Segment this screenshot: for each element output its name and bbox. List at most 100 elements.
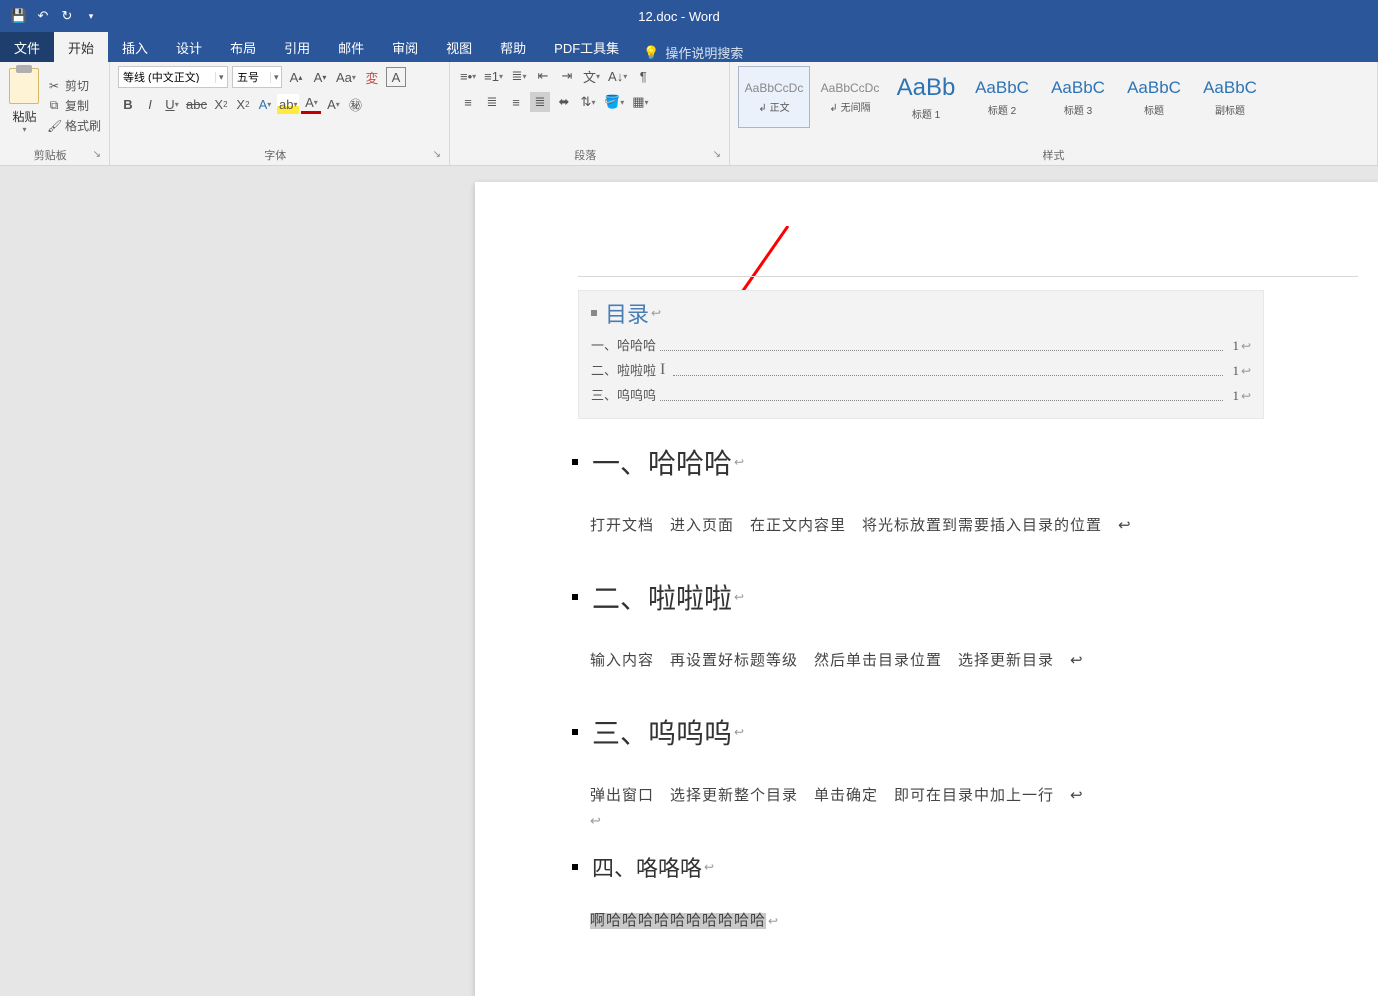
align-center-button[interactable]: ≣ (482, 92, 502, 112)
chevron-down-icon[interactable]: ▾ (215, 72, 227, 83)
heading-1: 一、哈哈哈↩ (572, 442, 1378, 482)
document-area[interactable]: 目录 ↩ 一、哈哈哈1↩ 二、啦啦啦I1↩ 三、呜呜呜1↩ 一、哈哈哈↩ 打开文档 … (0, 166, 1378, 996)
tab-file[interactable]: 文件 (0, 32, 54, 62)
text-effects-button[interactable]: A (255, 94, 275, 114)
strikethrough-button[interactable]: abc (184, 94, 209, 114)
redo-icon[interactable]: ↻ (58, 7, 76, 25)
tab-layout[interactable]: 布局 (216, 32, 270, 62)
paragraph-launcher-icon[interactable]: ↘ (713, 149, 721, 160)
clipboard-launcher-icon[interactable]: ↘ (93, 149, 101, 160)
multilevel-button[interactable]: ≣ (509, 66, 529, 86)
style-标题[interactable]: AaBbC标题 (1118, 66, 1190, 128)
asian-layout-button[interactable]: 文 (581, 66, 602, 86)
toc-title: 目录 (605, 297, 649, 329)
shrink-font-button[interactable]: A▾ (310, 67, 330, 87)
style-标题 3[interactable]: AaBbC标题 3 (1042, 66, 1114, 128)
paragraph-4: 啊哈哈哈哈哈哈哈哈哈哈↩ (590, 909, 1378, 930)
tab-references[interactable]: 引用 (270, 32, 324, 62)
bullet-icon (572, 459, 578, 465)
tab-design[interactable]: 设计 (162, 32, 216, 62)
show-marks-button[interactable]: ¶ (633, 66, 653, 86)
cut-button[interactable]: ✂剪切 (47, 77, 101, 94)
heading-3: 三、呜呜呜↩ (572, 712, 1378, 752)
tab-help[interactable]: 帮助 (486, 32, 540, 62)
window-title: 12.doc - Word (110, 9, 1248, 24)
style-副标题[interactable]: AaBbC副标题 (1194, 66, 1266, 128)
lightbulb-icon: 💡 (643, 45, 659, 61)
phonetic-guide-button[interactable]: 変 (362, 67, 382, 87)
tell-me-search[interactable]: 💡 操作说明搜索 (643, 43, 743, 62)
toc-field[interactable]: 目录 ↩ 一、哈哈哈1↩ 二、啦啦啦I1↩ 三、呜呜呜1↩ (578, 290, 1264, 419)
style-标题 2[interactable]: AaBbC标题 2 (966, 66, 1038, 128)
align-distribute-button[interactable]: ⬌ (554, 92, 574, 112)
subscript-button[interactable]: X2 (211, 94, 231, 114)
font-size-input[interactable] (233, 71, 270, 83)
bullet-icon (572, 594, 578, 600)
paragraph-label: 段落 (458, 145, 713, 163)
heading-2: 二、啦啦啦↩ (572, 577, 1378, 617)
ribbon-tabs: 文件 开始 插入 设计 布局 引用 邮件 审阅 视图 帮助 PDF工具集 💡 操… (0, 32, 1378, 62)
tab-review[interactable]: 审阅 (378, 32, 432, 62)
tab-home[interactable]: 开始 (54, 32, 108, 62)
paragraph-mark-icon: ↩ (651, 306, 661, 320)
paragraph-mark-icon: ↩ (590, 813, 1378, 829)
grow-font-button[interactable]: A▴ (286, 67, 306, 87)
italic-button[interactable]: I (140, 94, 160, 114)
tab-view[interactable]: 视图 (432, 32, 486, 62)
tell-me-label: 操作说明搜索 (665, 43, 743, 62)
title-bar: 💾 ↶ ↻ ▾ 12.doc - Word (0, 0, 1378, 32)
font-launcher-icon[interactable]: ↘ (433, 149, 441, 160)
toc-entry[interactable]: 三、呜呜呜1↩ (591, 385, 1251, 404)
font-color-button[interactable]: A (301, 94, 321, 114)
align-left-button[interactable]: ≡ (458, 92, 478, 112)
paste-icon (9, 68, 39, 104)
paragraph-3: 弹出窗口 选择更新整个目录 单击确定 即可在目录中加上一行 ↩ (590, 784, 1378, 805)
selected-text[interactable]: 啊哈哈哈哈哈哈哈哈哈哈 (590, 913, 766, 929)
enclose-char-button[interactable]: ㊙ (345, 94, 365, 114)
indent-left-button[interactable]: ⇤ (533, 66, 553, 86)
toc-entry[interactable]: 一、哈哈哈1↩ (591, 335, 1251, 354)
line-spacing-button[interactable]: ⇅ (578, 92, 598, 112)
change-case-button[interactable]: Aa (334, 67, 358, 87)
highlight-button[interactable]: ab (277, 94, 299, 114)
tab-mailings[interactable]: 邮件 (324, 32, 378, 62)
underline-button[interactable]: U (162, 94, 182, 114)
style-标题 1[interactable]: AaBb标题 1 (890, 66, 962, 128)
save-icon[interactable]: 💾 (10, 7, 28, 25)
char-shading-button[interactable]: A (323, 94, 343, 114)
toc-entry[interactable]: 二、啦啦啦I1↩ (591, 360, 1251, 379)
superscript-button[interactable]: X2 (233, 94, 253, 114)
align-right-button[interactable]: ≡ (506, 92, 526, 112)
bullet-icon (572, 729, 578, 735)
numbering-button[interactable]: ≡1 (482, 66, 505, 86)
style-↲ 正文[interactable]: AaBbCcDc↲ 正文 (738, 66, 810, 128)
shading-button[interactable]: 🪣 (602, 92, 626, 112)
font-name-input[interactable] (119, 71, 215, 83)
sort-button[interactable]: A↓ (606, 66, 629, 86)
font-label: 字体 (118, 145, 433, 163)
qa-dropdown-icon[interactable]: ▾ (82, 7, 100, 25)
chevron-down-icon[interactable]: ▾ (270, 72, 281, 83)
indent-right-button[interactable]: ⇥ (557, 66, 577, 86)
format-painter-button[interactable]: 🖌格式刷 (47, 117, 101, 134)
styles-gallery[interactable]: AaBbCcDc↲ 正文AaBbCcDc↲ 无间隔AaBb标题 1AaBbC标题… (738, 66, 1266, 145)
tab-insert[interactable]: 插入 (108, 32, 162, 62)
paragraph-1: 打开文档 进入页面 在正文内容里 将光标放置到需要插入目录的位置 ↩ (590, 514, 1378, 535)
bullets-button[interactable]: ≡• (458, 66, 478, 86)
borders-button[interactable]: ▦ (630, 92, 650, 112)
paste-label: 粘贴 (12, 108, 36, 125)
align-justify-button[interactable]: ≣ (530, 92, 550, 112)
char-border-button[interactable]: A (386, 67, 406, 87)
undo-icon[interactable]: ↶ (34, 7, 52, 25)
style-↲ 无间隔[interactable]: AaBbCcDc↲ 无间隔 (814, 66, 886, 128)
paste-button[interactable]: 粘贴 ▾ (8, 66, 41, 145)
font-size-combo[interactable]: ▾ (232, 66, 282, 88)
copy-button[interactable]: ⧉复制 (47, 97, 101, 114)
tab-pdf[interactable]: PDF工具集 (540, 32, 633, 62)
clipboard-label: 剪贴板 (8, 145, 93, 163)
scissors-icon: ✂ (47, 79, 61, 93)
group-font: ▾ ▾ A▴ A▾ Aa 変 A B I U abc X2 X2 A (110, 62, 450, 165)
group-styles: AaBbCcDc↲ 正文AaBbCcDc↲ 无间隔AaBb标题 1AaBbC标题… (730, 62, 1378, 165)
bold-button[interactable]: B (118, 94, 138, 114)
font-name-combo[interactable]: ▾ (118, 66, 228, 88)
